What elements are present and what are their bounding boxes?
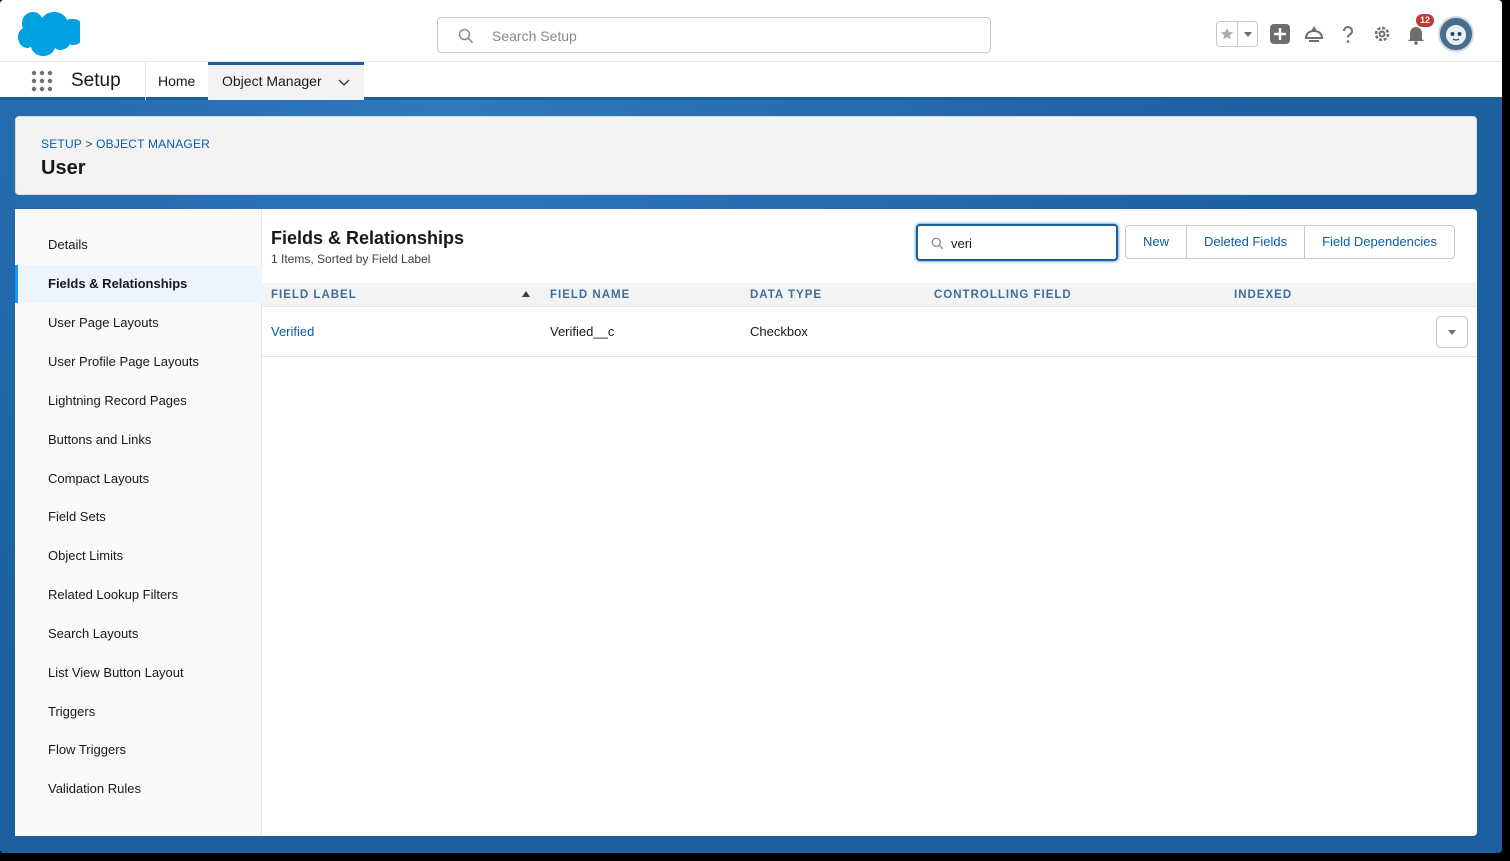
- breadcrumb-object-manager[interactable]: OBJECT MANAGER: [96, 137, 210, 151]
- salesforce-logo-icon[interactable]: [16, 12, 80, 56]
- astro-avatar-icon: [1446, 25, 1466, 45]
- column-header-controlling-field[interactable]: CONTROLLING FIELD: [934, 289, 1072, 301]
- sidebar-item-list-view-button-layout[interactable]: List View Button Layout: [15, 654, 262, 692]
- object-sidebar: Details Fields & Relationships User Page…: [15, 209, 262, 836]
- global-search-input[interactable]: Search Setup: [437, 17, 991, 53]
- section-title: Fields & Relationships: [271, 228, 465, 248]
- breadcrumb: SETUP > OBJECT MANAGER: [41, 137, 210, 151]
- sidebar-item-user-profile-page-layouts[interactable]: User Profile Page Layouts: [15, 343, 262, 381]
- section-subtitle: 1 Items, Sorted by Field Label: [271, 252, 431, 266]
- page-header: SETUP > OBJECT MANAGER User: [15, 116, 1477, 195]
- search-placeholder: Search Setup: [492, 28, 577, 44]
- chevron-down-icon: [1448, 330, 1456, 335]
- breadcrumb-separator: >: [85, 137, 93, 151]
- row-actions-menu-button[interactable]: [1436, 316, 1468, 348]
- sidebar-item-validation-rules[interactable]: Validation Rules: [15, 770, 262, 808]
- app-name: Setup: [71, 70, 121, 91]
- sidebar-item-details[interactable]: Details: [15, 226, 262, 264]
- page-title: User: [41, 157, 86, 179]
- header-actions: 12: [1216, 14, 1474, 54]
- sidebar-item-search-layouts[interactable]: Search Layouts: [15, 615, 262, 653]
- global-header: Search Setup 12: [0, 0, 1502, 62]
- notifications-bell-icon[interactable]: 12: [1404, 14, 1434, 46]
- favorites-dropdown-icon[interactable]: [1237, 22, 1257, 46]
- quick-find-field[interactable]: [916, 224, 1118, 261]
- sidebar-item-compact-layouts[interactable]: Compact Layouts: [15, 460, 262, 498]
- global-actions-plus-icon[interactable]: [1268, 22, 1292, 46]
- table-header: FIELD LABEL FIELD NAME DATA TYPE CONTROL…: [262, 283, 1477, 307]
- sidebar-item-fields-relationships[interactable]: Fields & Relationships: [15, 265, 262, 303]
- column-header-field-label[interactable]: FIELD LABEL: [271, 289, 357, 301]
- tab-object-manager[interactable]: Object Manager: [208, 62, 364, 100]
- deleted-fields-button[interactable]: Deleted Fields: [1186, 226, 1304, 258]
- field-name-cell: Verified__c: [550, 324, 615, 339]
- column-header-field-name[interactable]: FIELD NAME: [550, 289, 630, 301]
- sidebar-item-buttons-links[interactable]: Buttons and Links: [15, 421, 262, 459]
- tab-object-manager-label: Object Manager: [222, 73, 322, 89]
- sidebar-item-triggers[interactable]: Triggers: [15, 693, 262, 731]
- tab-home[interactable]: Home: [158, 73, 195, 89]
- column-header-data-type[interactable]: DATA TYPE: [750, 289, 822, 301]
- sort-ascending-icon[interactable]: [522, 291, 530, 297]
- data-type-cell: Checkbox: [750, 324, 808, 339]
- table-row: Verified Verified__c Checkbox: [262, 307, 1477, 357]
- quick-find-input[interactable]: [951, 233, 1111, 253]
- app-launcher-waffle-icon[interactable]: [30, 69, 54, 93]
- content-card: Details Fields & Relationships User Page…: [15, 209, 1477, 836]
- trailhead-icon[interactable]: [1302, 22, 1326, 46]
- star-icon[interactable]: [1217, 22, 1237, 46]
- new-button[interactable]: New: [1126, 226, 1186, 258]
- chevron-down-icon[interactable]: [338, 79, 350, 87]
- search-icon: [458, 28, 474, 44]
- field-dependencies-button[interactable]: Field Dependencies: [1304, 226, 1454, 258]
- favorites-group: [1216, 21, 1258, 47]
- breadcrumb-setup[interactable]: SETUP: [41, 137, 82, 151]
- field-label-link[interactable]: Verified: [271, 324, 314, 339]
- sidebar-item-lightning-record-pages[interactable]: Lightning Record Pages: [15, 382, 262, 420]
- app-navigation-bar: Setup Home Object Manager: [0, 62, 1502, 100]
- notification-count-badge: 12: [1415, 14, 1434, 27]
- sidebar-item-object-limits[interactable]: Object Limits: [15, 537, 262, 575]
- nav-divider: [145, 62, 146, 100]
- search-icon: [931, 237, 944, 250]
- action-button-group: New Deleted Fields Field Dependencies: [1125, 225, 1456, 259]
- user-avatar[interactable]: [1438, 16, 1474, 52]
- sidebar-item-related-lookup-filters[interactable]: Related Lookup Filters: [15, 576, 262, 614]
- column-header-indexed[interactable]: INDEXED: [1234, 289, 1292, 301]
- sidebar-item-flow-triggers[interactable]: Flow Triggers: [15, 731, 262, 769]
- gear-icon[interactable]: [1370, 22, 1394, 46]
- sidebar-item-user-page-layouts[interactable]: User Page Layouts: [15, 304, 262, 342]
- help-icon[interactable]: [1336, 22, 1360, 46]
- app-window: Search Setup 12 Setup Home Object Manage…: [0, 0, 1502, 853]
- sidebar-item-field-sets[interactable]: Field Sets: [15, 498, 262, 536]
